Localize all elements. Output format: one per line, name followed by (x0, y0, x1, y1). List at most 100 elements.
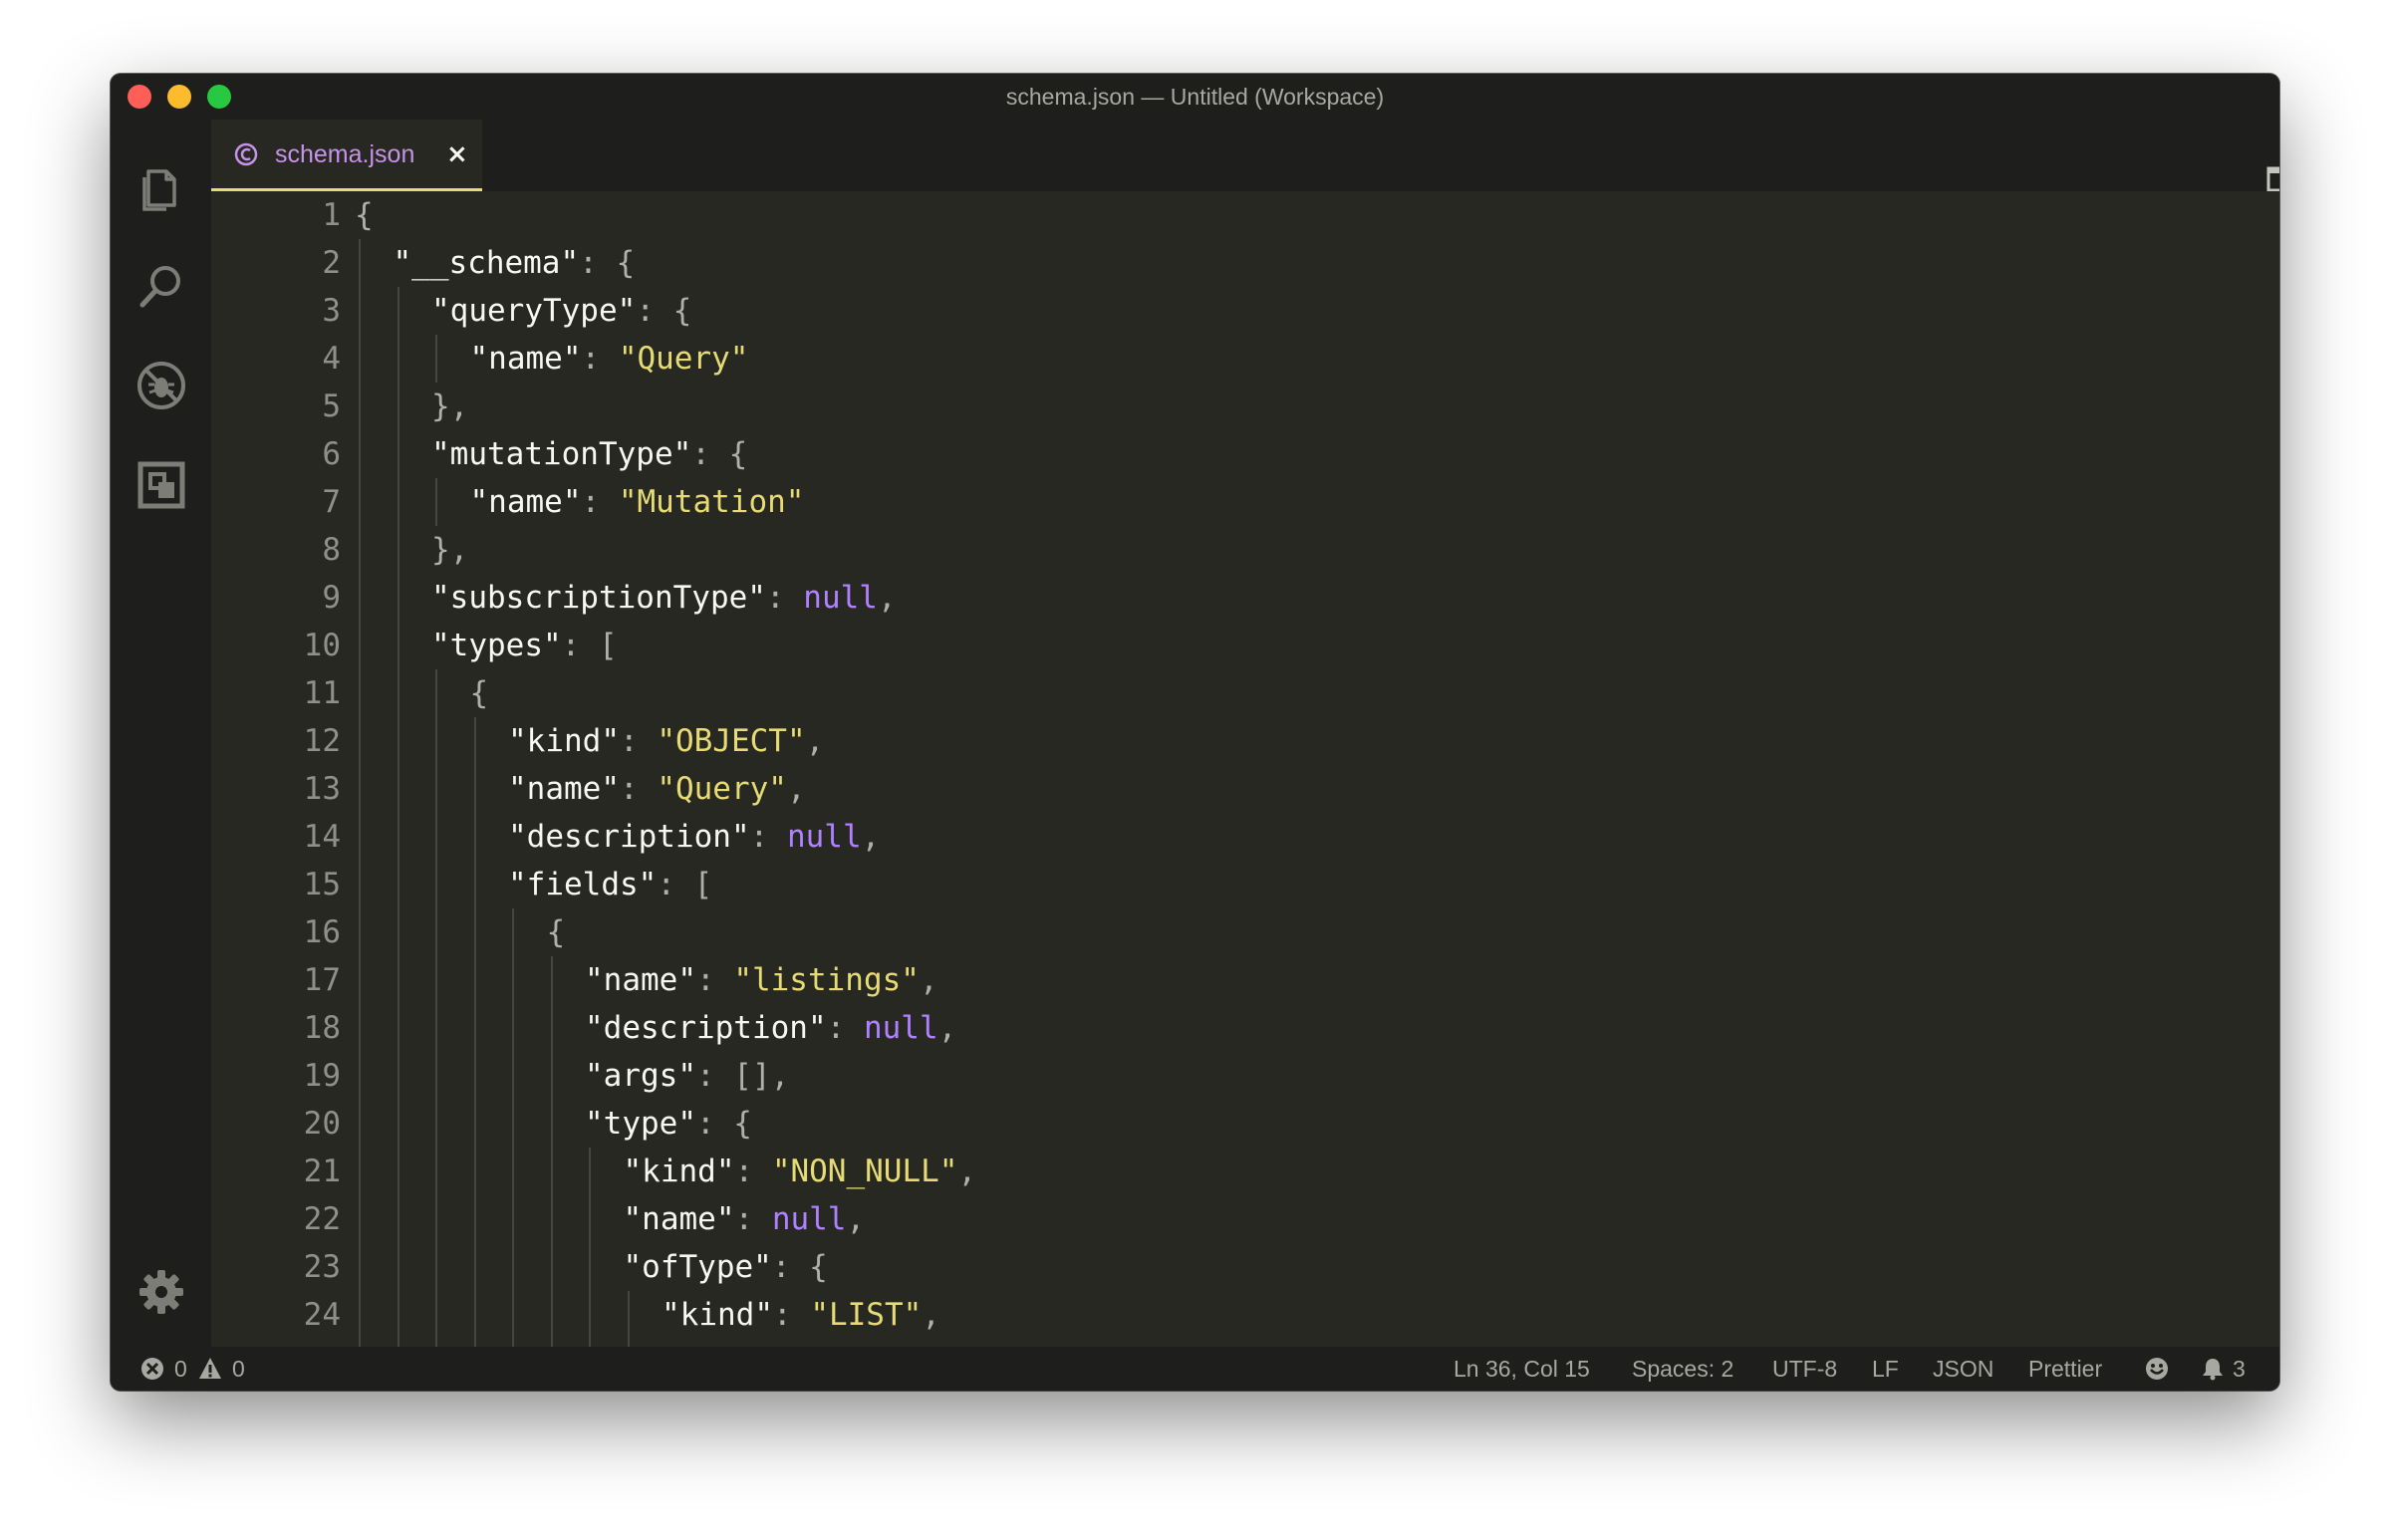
language-mode[interactable]: JSON (1933, 1347, 1993, 1391)
line-number: 24 (303, 1297, 341, 1333)
line-number: 12 (303, 723, 341, 759)
line-number: 9 (322, 580, 341, 616)
encoding[interactable]: UTF-8 (1772, 1347, 1837, 1391)
line-number: 15 (303, 867, 341, 902)
code-token: : { (695, 1106, 752, 1142)
line-number: 19 (303, 1058, 341, 1094)
code-line: { (355, 191, 374, 239)
code-token: , (957, 1154, 977, 1189)
code-line: "description": null, (508, 813, 880, 861)
code-line: { (547, 908, 566, 956)
code-token: "name" (585, 962, 696, 998)
code-line: "mutationType": { (431, 430, 747, 478)
search-icon[interactable] (134, 259, 188, 313)
bell-icon[interactable] (2201, 1357, 2225, 1381)
line-number: 13 (303, 771, 341, 807)
line-number: 7 (322, 484, 341, 520)
code-token: null (863, 1010, 938, 1046)
code-line: "description": null, (585, 1004, 956, 1052)
code-token: "ofType" (623, 1249, 772, 1285)
indent-guide (397, 287, 399, 1347)
code-token: : (734, 1154, 772, 1189)
code-editor[interactable]: 1{2 "__schema": {3 "queryType": {4 "name": … (211, 191, 2279, 1347)
code-token: }, (431, 388, 469, 424)
extensions-icon[interactable] (134, 458, 188, 512)
code-token: "name" (623, 1201, 735, 1237)
tab-bar: schema.json × (211, 120, 2279, 191)
code-line: "kind": "LIST", (662, 1291, 940, 1339)
indentation[interactable]: Spaces: 2 (1632, 1347, 1733, 1391)
code-token: { (546, 914, 566, 950)
code-token: , (861, 819, 881, 855)
debug-icon[interactable] (134, 359, 188, 412)
line-number: 20 (303, 1106, 341, 1142)
line-number: 10 (303, 628, 341, 663)
close-tab-button[interactable]: × (446, 120, 468, 189)
indent-guide (473, 717, 476, 1347)
code-line: "args": [], (585, 1052, 789, 1100)
code-token: "kind" (662, 1297, 773, 1333)
code-token: "subscriptionType" (431, 580, 766, 616)
line-number: 23 (303, 1249, 341, 1285)
code-token: : { (771, 1249, 828, 1285)
code-token: null (786, 819, 862, 855)
code-line: "name": "listings", (585, 956, 938, 1004)
warning-count[interactable]: 0 (232, 1347, 245, 1391)
error-count[interactable]: 0 (174, 1347, 187, 1391)
code-token: , (922, 1297, 940, 1333)
code-line: "subscriptionType": null, (431, 574, 897, 622)
code-line: "ofType": { (624, 1243, 828, 1291)
editor-window: schema.json — Untitled (Workspace) schem… (111, 74, 2279, 1391)
code-line: "kind": "OBJECT", (508, 717, 824, 765)
smiley-icon[interactable] (2145, 1357, 2169, 1381)
code-token: "description" (585, 1010, 827, 1046)
code-token: "fields" (508, 867, 658, 902)
line-number: 17 (303, 962, 341, 998)
code-line: { (470, 669, 489, 717)
code-token: "description" (508, 819, 750, 855)
code-token: "name" (469, 484, 582, 520)
line-number: 16 (303, 914, 341, 950)
line-number: 6 (322, 436, 341, 472)
formatter[interactable]: Prettier (2028, 1347, 2102, 1391)
end-of-line[interactable]: LF (1872, 1347, 1899, 1391)
code-token: , (846, 1201, 866, 1237)
cursor-position[interactable]: Ln 36, Col 15 (1454, 1347, 1590, 1391)
code-token: "NON_NULL" (771, 1154, 958, 1189)
files-icon[interactable] (134, 159, 188, 213)
code-token: : [], (695, 1058, 790, 1094)
gear-icon[interactable] (134, 1265, 188, 1319)
code-token: : (581, 484, 619, 520)
indent-guide (589, 1148, 591, 1347)
indent-guide (550, 956, 553, 1347)
line-number: 1 (322, 197, 341, 233)
code-line: "types": [ (431, 622, 618, 669)
code-token: : (619, 771, 658, 807)
code-token: : [ (561, 628, 618, 663)
indent-guide (512, 908, 514, 1347)
code-token: null (771, 1201, 847, 1237)
code-token: "args" (585, 1058, 696, 1094)
code-line: "__schema": { (394, 239, 636, 287)
code-line: "name": "Query" (470, 335, 749, 383)
line-number: 22 (303, 1201, 341, 1237)
code-token: }, (431, 532, 469, 568)
tab-schema-json[interactable]: schema.json × (211, 120, 482, 191)
activity-bar (111, 120, 211, 1347)
indent-guide (627, 1291, 630, 1347)
code-token: { (469, 675, 489, 711)
code-token: "mutationType" (431, 436, 692, 472)
code-line: "queryType": { (431, 287, 691, 335)
code-token: null (803, 580, 878, 616)
code-token: "listings" (733, 962, 920, 998)
code-token: { (355, 197, 374, 233)
code-token: "kind" (508, 723, 620, 759)
line-number: 8 (322, 532, 341, 568)
warning-icon[interactable] (198, 1357, 222, 1381)
code-token: : (772, 1297, 811, 1333)
notification-count[interactable]: 3 (2233, 1347, 2246, 1391)
code-token: : { (636, 293, 692, 329)
error-icon[interactable] (140, 1357, 164, 1381)
indent-guide (435, 335, 437, 383)
code-token: "queryType" (431, 293, 637, 329)
